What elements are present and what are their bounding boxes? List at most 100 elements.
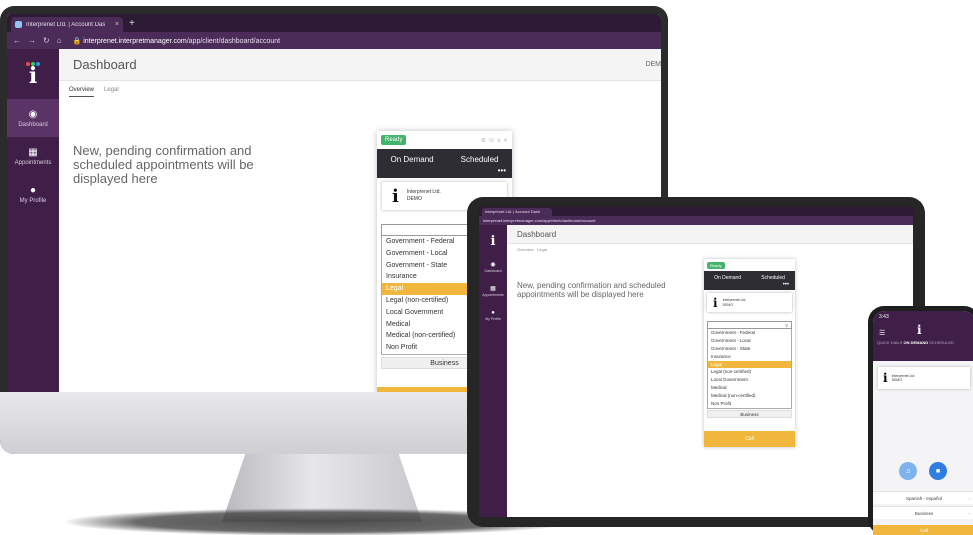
tablet-sidebar-item-dashboard[interactable]: ◉ Dashboard (479, 259, 507, 283)
calendar-icon: ▦ (490, 286, 496, 292)
phone-business-select[interactable]: Business › (873, 506, 973, 519)
device-showcase: Interprenet Ltd. | Account Das × + ← → ↻… (0, 0, 973, 535)
audio-call-icon[interactable]: ♫ (899, 462, 917, 480)
close-tab-icon[interactable]: × (115, 21, 119, 28)
tablet-tab-overview[interactable]: Overview (517, 247, 534, 252)
tablet-screen: Interprenet Ltd. | Account Dash interpre… (479, 207, 913, 517)
widget-topbar: Ready ⚙ ☏ ∨ ✕ (377, 131, 512, 149)
user-icon: ● (29, 184, 37, 196)
sidebar-item-my-profile[interactable]: ● My Profile (7, 175, 59, 213)
sidebar-item-appointments[interactable]: ▦ Appointments (7, 137, 59, 175)
tablet-browser-tab[interactable]: Interprenet Ltd. | Account Dash (482, 208, 552, 216)
dropdown-option[interactable]: Non Profit (708, 400, 791, 408)
phone-header: 3:43 ☰ i QUICK DIALS ON DEMAND SCHEDULED (873, 311, 973, 361)
tablet-widget-topbar: Ready (704, 259, 795, 271)
phone-call-options: ♫ ■ (899, 462, 947, 480)
phone-tab-scheduled[interactable]: SCHEDULED (929, 340, 954, 345)
dropdown-option[interactable]: Government - Local (708, 337, 791, 345)
menu-icon[interactable]: ☰ (879, 329, 885, 337)
pending-message: New, pending confirmation and scheduled … (73, 143, 254, 186)
browser-tab-title: Interprenet Ltd. | Account Das (26, 21, 106, 28)
phone-org-card: i Interprenet Ltd. DEMO (878, 367, 970, 389)
dropdown-option[interactable]: Government - Federal (708, 329, 791, 337)
more-options-icon[interactable]: ••• (377, 167, 512, 178)
home-icon[interactable]: ⌂ (57, 36, 62, 45)
tab-overview[interactable]: Overview (69, 87, 95, 97)
dropdown-option[interactable]: Medical (non-certified) (708, 392, 791, 400)
phone-org-info: Interprenet Ltd. DEMO (891, 373, 916, 383)
app-sidebar: i ◉ Dashboard ▦ Appointments ● My Profil… (7, 49, 59, 394)
url-field[interactable]: 🔒 interprenet.interpretmanager.com/app/c… (73, 37, 281, 45)
dashboard-icon: ◉ (490, 262, 496, 268)
dropdown-option[interactable]: Insurance (708, 353, 791, 361)
phone-tab-quick-dials[interactable]: QUICK DIALS (877, 340, 902, 345)
tablet-device: Interprenet Ltd. | Account Dash interpre… (467, 197, 925, 527)
phone-tabs: QUICK DIALS ON DEMAND SCHEDULED (877, 340, 954, 345)
tablet-org-info: Interprenet Ltd. DEMO (722, 298, 747, 307)
tablet-specialty-search-input[interactable]: ⚲ (707, 321, 792, 329)
browser-tabbar: Interprenet Ltd. | Account Das × + (7, 14, 661, 32)
sidebar-item-label: Appointments (14, 159, 52, 166)
user-icon: ● (491, 310, 495, 316)
dropdown-option[interactable]: Government - State (708, 345, 791, 353)
calendar-icon: ▦ (28, 146, 38, 158)
tablet-logo[interactable]: i (479, 225, 507, 259)
org-info: Interprenet Ltd. DEMO (406, 189, 441, 202)
search-icon: ⚲ (785, 322, 788, 328)
page-header: Dashboard DEM (59, 49, 661, 81)
reload-icon[interactable]: ↻ (43, 36, 50, 45)
tablet-browser-tabbar: Interprenet Ltd. | Account Dash (479, 207, 913, 216)
phone-call-button[interactable]: Call (873, 525, 973, 535)
forward-icon[interactable]: → (28, 36, 36, 45)
dropdown-option[interactable]: Medical (708, 384, 791, 392)
org-logo-icon: i (392, 185, 399, 207)
widget-controls-icon[interactable]: ⚙ ☏ ∨ ✕ (481, 137, 508, 144)
phone-logo: i (917, 323, 922, 337)
page-title: Dashboard (73, 57, 137, 72)
sidebar-item-dashboard[interactable]: ◉ Dashboard (7, 99, 59, 137)
video-call-icon[interactable]: ■ (929, 462, 947, 480)
widget-tabs: On Demand Scheduled (377, 149, 512, 169)
tablet-sidebar-item-appointments[interactable]: ▦ Appointments (479, 283, 507, 307)
phone-status-time: 3:43 (879, 314, 889, 320)
user-name[interactable]: DEM (645, 61, 661, 68)
tablet-call-button[interactable]: Call (704, 431, 795, 447)
tablet-page-title: Dashboard (507, 225, 913, 244)
dropdown-option[interactable]: Local Government (708, 376, 791, 384)
tablet-widget-tabs: On Demand Scheduled (704, 271, 795, 284)
logo-glyph: i (28, 63, 38, 89)
tablet-sidebar: i ◉ Dashboard ▦ Appointments ● My Profile (479, 225, 507, 517)
dropdown-option[interactable]: Legal (non-certified) (708, 368, 791, 376)
tablet-specialty-dropdown-list: Government - Federal Government - Local … (707, 329, 792, 409)
favicon-icon (15, 21, 22, 28)
new-tab-button[interactable]: + (129, 18, 135, 29)
address-bar: ← → ↻ ⌂ 🔒 interprenet.interpretmanager.c… (7, 32, 661, 49)
tablet-tab-scheduled[interactable]: Scheduled (761, 275, 785, 281)
tablet-status-badge[interactable]: Ready (707, 261, 725, 269)
tablet-business-select[interactable]: Business (707, 409, 792, 418)
tablet-call-widget: Ready On Demand Scheduled ••• i Interpre… (704, 259, 795, 447)
dropdown-option-selected[interactable]: Legal (708, 360, 791, 369)
back-icon[interactable]: ← (13, 36, 21, 45)
status-badge[interactable]: Ready (381, 135, 407, 145)
tablet-tab-on-demand[interactable]: On Demand (714, 275, 741, 281)
chevron-right-icon: › (968, 496, 971, 501)
tablet-sidebar-item-my-profile[interactable]: ● My Profile (479, 307, 507, 331)
tab-legal[interactable]: Legal (104, 87, 119, 97)
sidebar-item-label: My Profile (19, 197, 47, 204)
tablet-tab-legal[interactable]: Legal (537, 247, 547, 252)
phone-tab-on-demand[interactable]: ON DEMAND (903, 340, 928, 345)
tablet-more-options-icon[interactable]: ••• (704, 282, 795, 290)
tab-on-demand[interactable]: On Demand (391, 155, 434, 164)
phone-device: 3:43 ☰ i QUICK DIALS ON DEMAND SCHEDULED… (868, 306, 973, 535)
tablet-address-bar[interactable]: interprenet.interpretmanager.com/app/cli… (479, 216, 913, 225)
tablet-org-card: i Interprenet Ltd. DEMO (707, 293, 792, 312)
dashboard-icon: ◉ (28, 108, 38, 120)
tab-scheduled[interactable]: Scheduled (461, 155, 499, 164)
tablet-main-content: Dashboard Overview Legal New, pending co… (507, 225, 913, 517)
browser-tab[interactable]: Interprenet Ltd. | Account Das × (11, 17, 123, 32)
tablet-content-tabs: Overview Legal (507, 244, 913, 255)
app-logo[interactable]: i (7, 49, 59, 99)
language-select[interactable]: Spanish - español › (873, 491, 973, 504)
tablet-pending-message: New, pending confirmation and scheduled … (517, 281, 666, 299)
